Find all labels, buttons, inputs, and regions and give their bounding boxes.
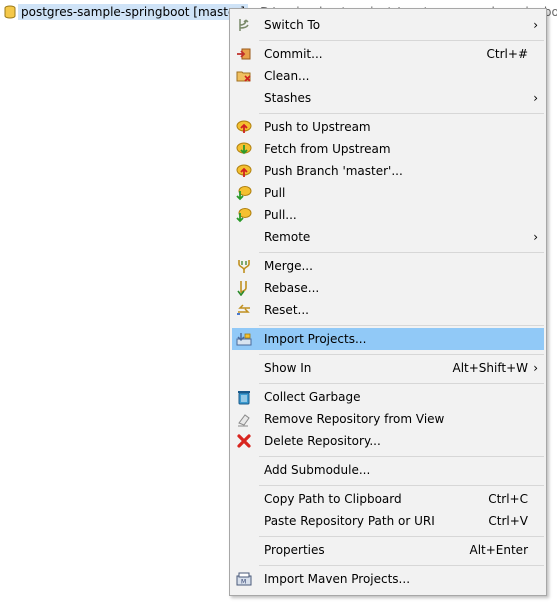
menu-item-push-to-upstream[interactable]: Push to Upstream bbox=[232, 116, 544, 138]
menu-item-shortcut: Ctrl+V bbox=[488, 514, 528, 528]
menu-item-commit[interactable]: Commit... Ctrl+# bbox=[232, 43, 544, 65]
menu-separator bbox=[259, 325, 544, 326]
menu-item-label: Clean... bbox=[264, 69, 310, 83]
menu-item-reset[interactable]: Reset... bbox=[232, 299, 544, 321]
commit-icon bbox=[236, 46, 252, 62]
submenu-arrow-icon: › bbox=[533, 91, 538, 105]
menu-item-label: Push to Upstream bbox=[264, 120, 371, 134]
menu-item-label: Merge... bbox=[264, 259, 313, 273]
menu-separator bbox=[259, 383, 544, 384]
menu-item-label: Remove Repository from View bbox=[264, 412, 445, 426]
menu-item-pull[interactable]: Pull bbox=[232, 182, 544, 204]
push-icon bbox=[236, 119, 252, 135]
menu-item-label: Push Branch 'master'... bbox=[264, 164, 403, 178]
menu-item-shortcut: Ctrl+C bbox=[488, 492, 528, 506]
delete-icon bbox=[236, 433, 252, 449]
eraser-icon bbox=[236, 411, 252, 427]
clean-icon bbox=[236, 68, 252, 84]
menu-separator bbox=[259, 456, 544, 457]
menu-item-label: Show In bbox=[264, 361, 312, 375]
menu-item-switch-to[interactable]: Switch To › bbox=[232, 14, 544, 36]
menu-item-label: Remote bbox=[264, 230, 311, 244]
menu-item-label: Commit... bbox=[264, 47, 323, 61]
submenu-arrow-icon: › bbox=[533, 18, 538, 32]
menu-separator bbox=[259, 252, 544, 253]
menu-item-rebase[interactable]: Rebase... bbox=[232, 277, 544, 299]
menu-item-label: Properties bbox=[264, 543, 325, 557]
menu-item-label: Delete Repository... bbox=[264, 434, 381, 448]
rebase-icon bbox=[236, 280, 252, 296]
menu-item-label: Add Submodule... bbox=[264, 463, 371, 477]
menu-item-label: Collect Garbage bbox=[264, 390, 361, 404]
menu-item-label: Stashes bbox=[264, 91, 312, 105]
menu-separator bbox=[259, 485, 544, 486]
menu-separator bbox=[259, 354, 544, 355]
trash-icon bbox=[236, 389, 252, 405]
menu-item-properties[interactable]: Properties Alt+Enter bbox=[232, 539, 544, 561]
pull-icon bbox=[236, 207, 252, 223]
menu-item-label: Reset... bbox=[264, 303, 309, 317]
import-maven-icon: M bbox=[236, 571, 252, 587]
fetch-icon bbox=[236, 141, 252, 157]
pull-icon bbox=[236, 185, 252, 201]
menu-item-merge[interactable]: Merge... bbox=[232, 255, 544, 277]
menu-item-label: Pull bbox=[264, 186, 286, 200]
submenu-arrow-icon: › bbox=[533, 361, 538, 375]
menu-item-remove-repository[interactable]: Remove Repository from View bbox=[232, 408, 544, 430]
menu-item-shortcut: Ctrl+# bbox=[486, 47, 528, 61]
menu-item-label: Paste Repository Path or URI bbox=[264, 514, 435, 528]
menu-separator bbox=[259, 113, 544, 114]
menu-item-collect-garbage[interactable]: Collect Garbage bbox=[232, 386, 544, 408]
menu-separator bbox=[259, 565, 544, 566]
menu-item-label: Copy Path to Clipboard bbox=[264, 492, 402, 506]
menu-item-shortcut: Alt+Shift+W bbox=[452, 361, 529, 375]
reset-icon bbox=[236, 302, 252, 318]
menu-item-stashes[interactable]: Stashes › bbox=[232, 87, 544, 109]
menu-item-show-in[interactable]: Show In Alt+Shift+W › bbox=[232, 357, 544, 379]
menu-separator bbox=[259, 40, 544, 41]
menu-item-import-maven-projects[interactable]: M Import Maven Projects... bbox=[232, 568, 544, 590]
menu-item-import-projects[interactable]: Import Projects... bbox=[232, 328, 544, 350]
menu-item-fetch-from-upstream[interactable]: Fetch from Upstream bbox=[232, 138, 544, 160]
switch-branch-icon bbox=[236, 17, 252, 33]
menu-item-copy-path[interactable]: Copy Path to Clipboard Ctrl+C bbox=[232, 488, 544, 510]
svg-text:M: M bbox=[241, 579, 246, 586]
merge-icon bbox=[236, 258, 252, 274]
push-branch-icon bbox=[236, 163, 252, 179]
git-repository-icon bbox=[4, 4, 16, 20]
menu-item-paste-repository-path[interactable]: Paste Repository Path or URI Ctrl+V bbox=[232, 510, 544, 532]
menu-item-label: Rebase... bbox=[264, 281, 320, 295]
repository-context-menu: Switch To › Commit... Ctrl+# Clean... St… bbox=[229, 8, 547, 596]
menu-item-label: Import Projects... bbox=[264, 332, 367, 346]
menu-item-remote[interactable]: Remote › bbox=[232, 226, 544, 248]
repository-name: postgres-sample-springboot [master] bbox=[18, 4, 248, 20]
menu-item-delete-repository[interactable]: Delete Repository... bbox=[232, 430, 544, 452]
menu-item-label: Pull... bbox=[264, 208, 297, 222]
menu-item-clean[interactable]: Clean... bbox=[232, 65, 544, 87]
menu-item-add-submodule[interactable]: Add Submodule... bbox=[232, 459, 544, 481]
menu-item-pull-dialog[interactable]: Pull... bbox=[232, 204, 544, 226]
menu-separator bbox=[259, 536, 544, 537]
menu-item-push-branch[interactable]: Push Branch 'master'... bbox=[232, 160, 544, 182]
menu-item-label: Fetch from Upstream bbox=[264, 142, 391, 156]
import-projects-icon bbox=[236, 331, 252, 347]
menu-item-shortcut: Alt+Enter bbox=[469, 543, 528, 557]
menu-item-label: Import Maven Projects... bbox=[264, 572, 411, 586]
submenu-arrow-icon: › bbox=[533, 230, 538, 244]
menu-item-label: Switch To bbox=[264, 18, 321, 32]
